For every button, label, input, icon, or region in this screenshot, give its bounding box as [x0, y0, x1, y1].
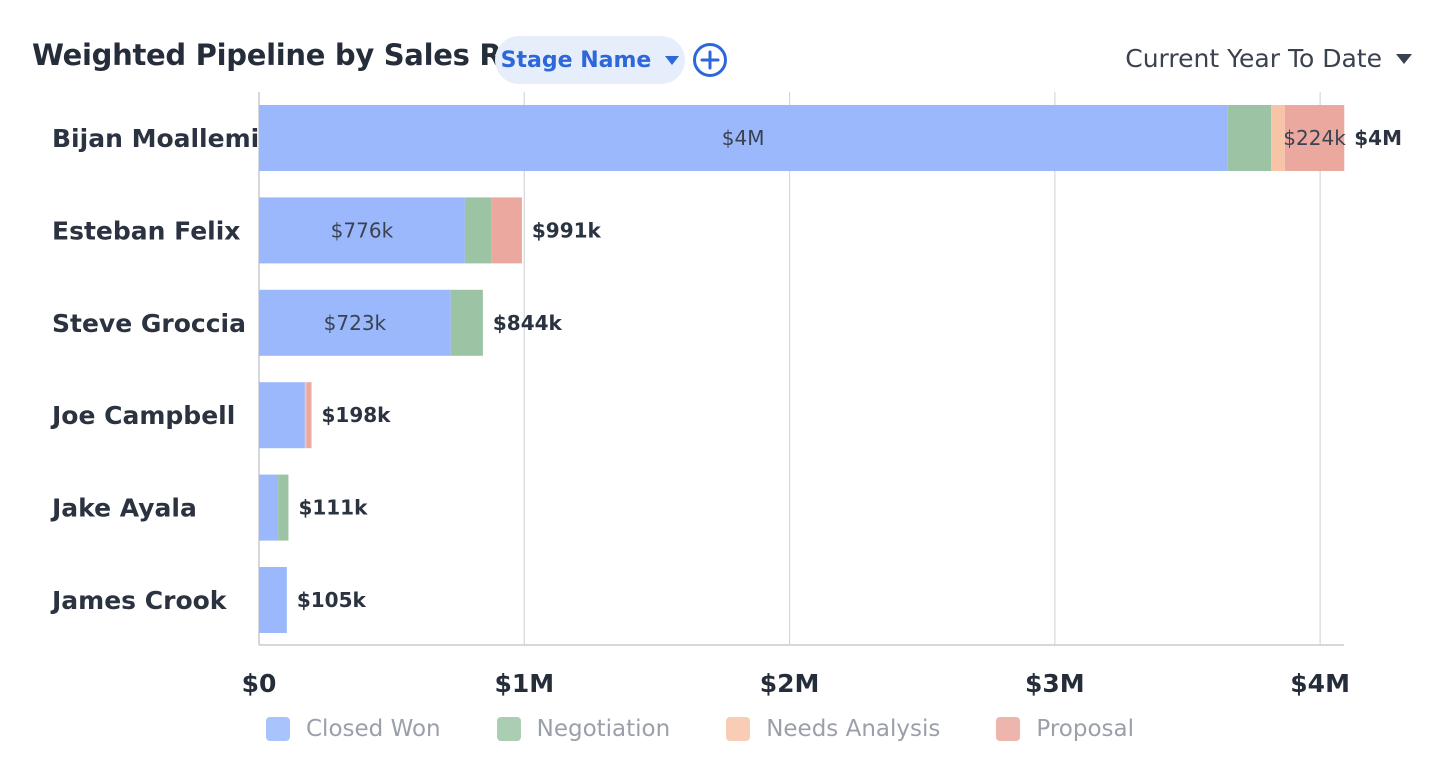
bar-segment-negotiation[interactable]: [450, 289, 483, 356]
chart-legend: Closed Won Negotiation Needs Analysis Propo…: [266, 716, 1190, 742]
bar-segment-needs-analysis[interactable]: [304, 382, 307, 449]
legend-label: Negotiation: [536, 716, 671, 742]
x-tick-label: $0: [242, 669, 277, 698]
bar-segment-negotiation[interactable]: [1227, 105, 1272, 171]
segment-value-label: $4M: [722, 126, 765, 150]
total-value-label: $198k: [322, 403, 392, 427]
total-value-label: $111k: [298, 496, 368, 520]
segment-value-label: $224k: [1283, 126, 1346, 150]
x-tick-label: $3M: [1025, 669, 1085, 698]
bar-segment-negotiation[interactable]: [278, 474, 289, 541]
legend-item[interactable]: Negotiation: [496, 716, 671, 742]
legend-swatch: [496, 717, 521, 741]
bar-segment-closed-won[interactable]: [259, 382, 305, 449]
category-label: Steve Groccia: [52, 309, 246, 338]
bar-chart: $0 $1M $2M $3M $4M Bijan Moallemi $4M $224k $4M E…: [50, 92, 1402, 698]
legend-label: Proposal: [1036, 716, 1135, 742]
bar-segment-proposal[interactable]: [491, 197, 522, 264]
legend-item[interactable]: Proposal: [996, 716, 1134, 742]
category-label: Esteban Felix: [52, 216, 240, 245]
legend-label: Needs Analysis: [766, 716, 941, 742]
x-tick-label: $2M: [760, 669, 820, 698]
category-label: James Crook: [50, 586, 228, 615]
legend-item[interactable]: Closed Won: [266, 716, 441, 742]
total-value-label: $844k: [493, 311, 563, 335]
legend-swatch: [266, 717, 290, 741]
total-value-label: $991k: [532, 218, 602, 242]
legend-label: Closed Won: [306, 716, 441, 742]
bar-segment-closed-won[interactable]: [259, 474, 279, 541]
bar-segment-proposal[interactable]: [306, 382, 312, 449]
legend-swatch: [996, 717, 1021, 741]
category-label: Jake Ayala: [50, 494, 197, 523]
category-label: Joe Campbell: [50, 401, 235, 430]
bar-segment-closed-won[interactable]: [259, 567, 287, 633]
segment-value-label: $776k: [331, 218, 394, 242]
legend-item[interactable]: Needs Analysis: [726, 716, 940, 742]
total-value-label: $4M: [1354, 126, 1402, 150]
segment-value-label: $723k: [324, 311, 387, 335]
x-tick-label: $4M: [1290, 669, 1350, 698]
x-tick-label: $1M: [494, 669, 554, 698]
total-value-label: $105k: [297, 588, 367, 612]
bar-segment-negotiation[interactable]: [464, 197, 492, 264]
legend-swatch: [726, 717, 751, 741]
category-label: Bijan Moallemi: [52, 124, 259, 153]
